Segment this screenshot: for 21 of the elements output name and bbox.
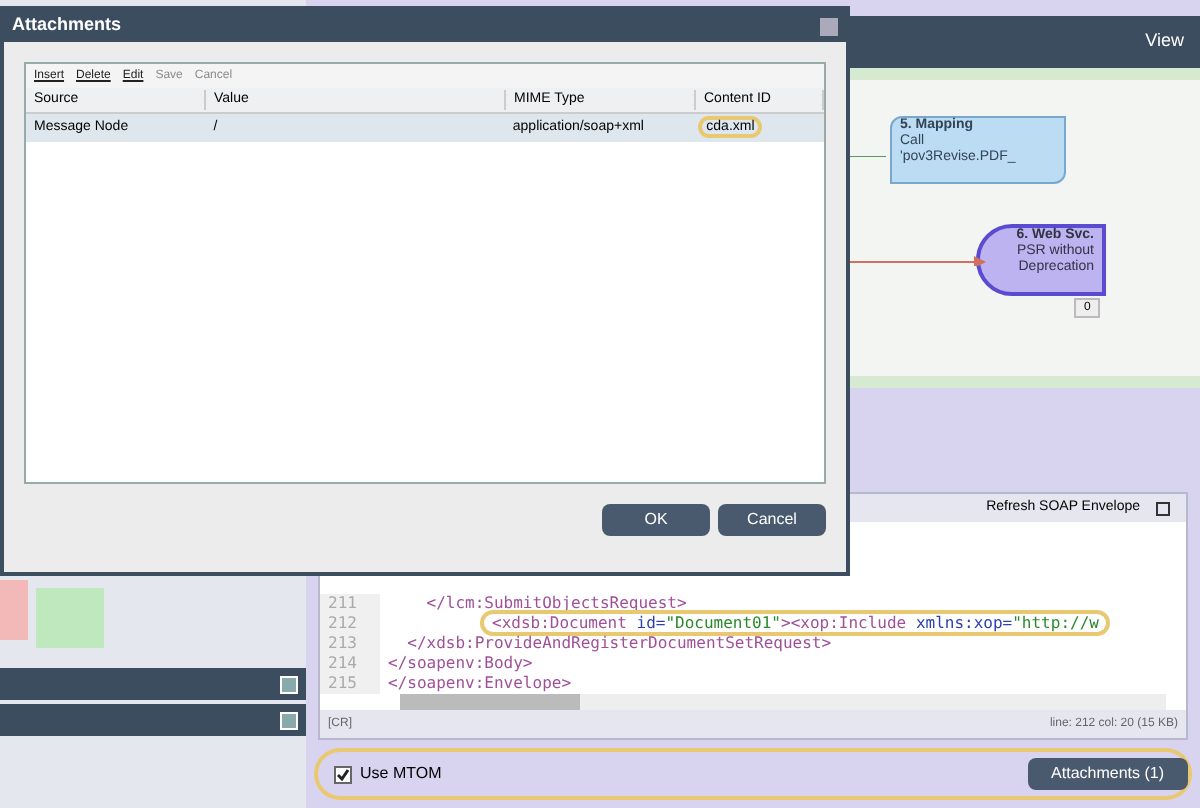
cubes-drawing <box>0 580 104 648</box>
dialog-button[interactable]: OK <box>602 504 710 536</box>
line-number: 212 <box>320 614 380 634</box>
line-number: 215 <box>320 674 380 694</box>
code-line: </soapenv:Envelope> <box>388 674 572 692</box>
close-icon[interactable] <box>820 17 838 35</box>
code-line: </xdsb:ProvideAndRegisterDocumentSetRequest> <box>405 634 832 652</box>
line-number: 211 <box>320 594 380 614</box>
view-menu[interactable]: View <box>1145 28 1184 56</box>
line-number: 213 <box>320 634 380 654</box>
mtom-label: Use MTOM <box>360 762 442 786</box>
line-number: 214 <box>320 654 380 674</box>
attachments-button[interactable]: Attachments (1) <box>1027 758 1188 790</box>
code-line: <xdsb:Document id="Document01"><xop:Include xmlns:xop="http://w <box>484 614 1107 632</box>
code-line: </lcm:SubmitObjectsRequest> <box>424 594 687 612</box>
dialog-button[interactable]: Cancel <box>718 504 826 536</box>
code-line: </soapenv:Body> <box>388 654 533 672</box>
dialog-title: Attachments <box>12 12 122 39</box>
mtom-checkbox[interactable] <box>334 765 352 783</box>
maximize-icon[interactable] <box>1156 501 1170 515</box>
check-icon <box>336 767 350 781</box>
